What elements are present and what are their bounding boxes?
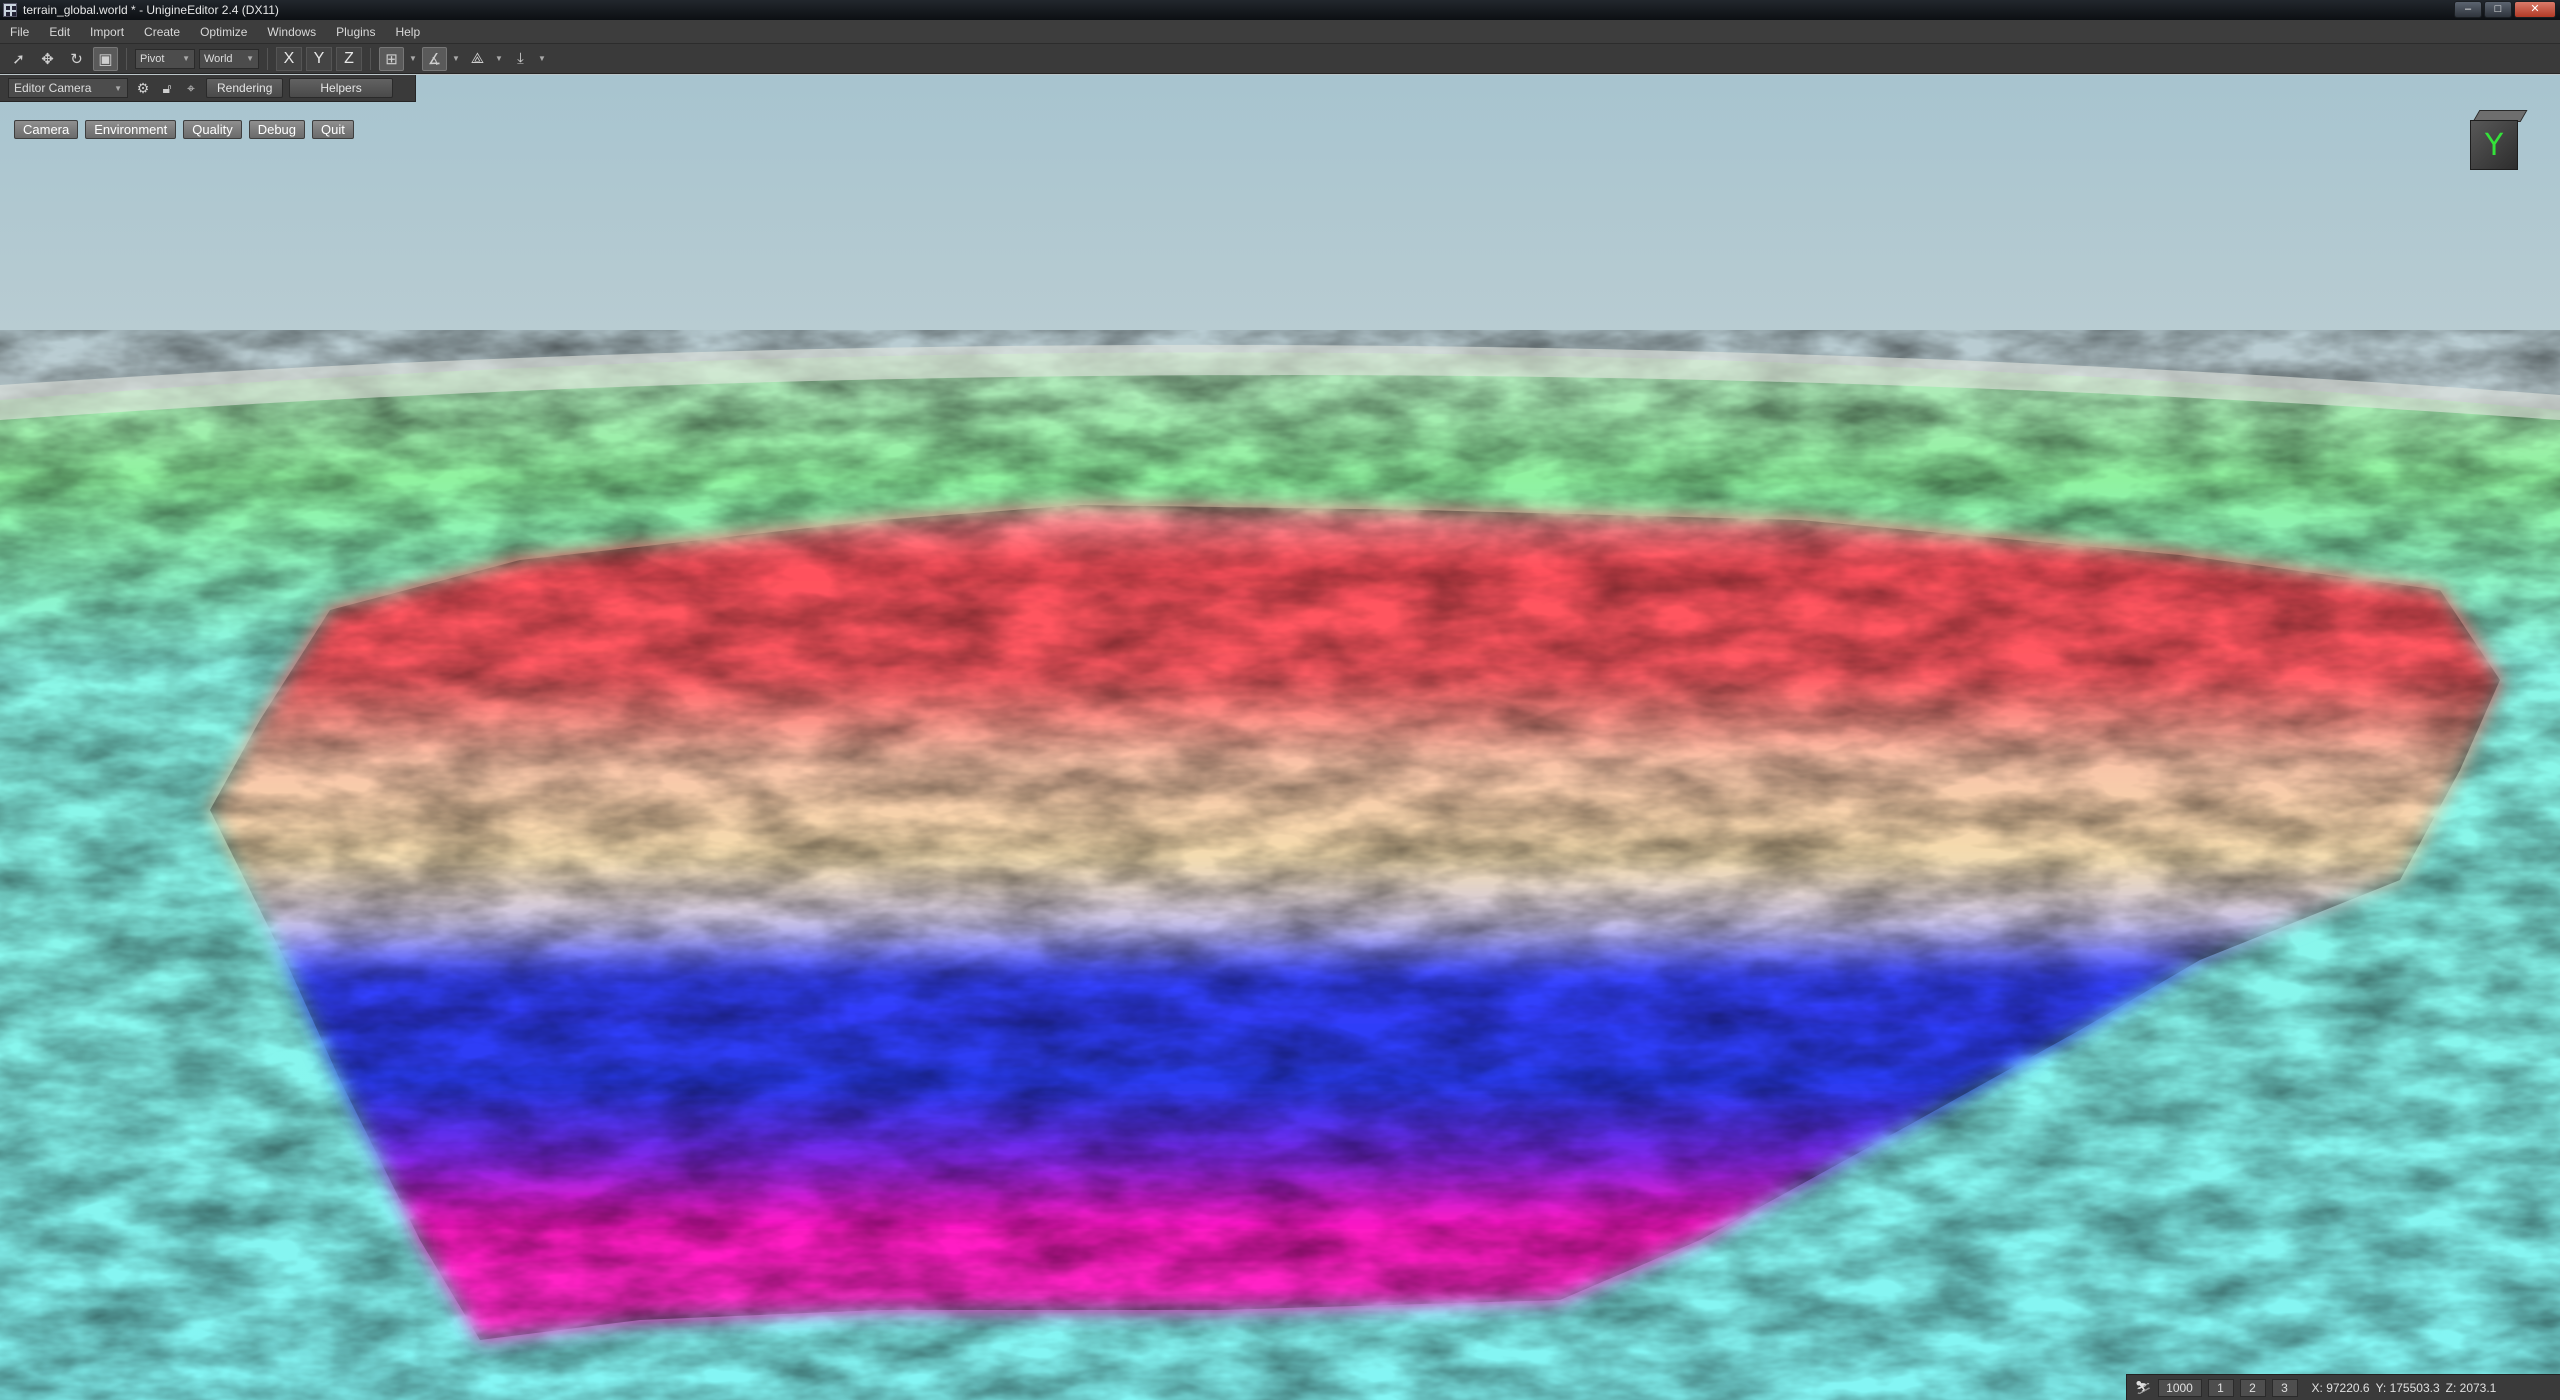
camera-speed-icon: ⛷ xyxy=(2135,1379,2152,1395)
axis-y-toggle[interactable]: Y xyxy=(306,46,332,71)
menu-file[interactable]: File xyxy=(0,25,39,39)
maximize-button[interactable]: □ xyxy=(2484,1,2512,18)
app-icon xyxy=(3,3,17,17)
menu-windows[interactable]: Windows xyxy=(257,25,326,39)
surface-snap-icon: ⟁ xyxy=(470,50,485,67)
menu-create[interactable]: Create xyxy=(134,25,190,39)
camera-lock-button[interactable]: 🔓︎ xyxy=(158,79,176,97)
debug-button[interactable]: Debug xyxy=(248,120,306,139)
viewport-toolbar: Editor Camera ▼ ⚙ 🔓︎ ⌖ Rendering Helpers xyxy=(0,75,416,102)
title-bar: terrain_global.world * - UnigineEditor 2… xyxy=(0,0,2560,20)
gizmo-axis-y: Y xyxy=(2470,120,2518,170)
axis-z-toggle[interactable]: Z xyxy=(336,46,362,71)
rendering-button[interactable]: Rendering xyxy=(206,78,284,98)
snap-angle-dropdown[interactable]: ▼ xyxy=(451,54,461,63)
orientation-gizmo[interactable]: Y xyxy=(2468,110,2528,172)
drop-to-ground-button[interactable]: ⤓ xyxy=(508,47,533,71)
scene-viewport[interactable]: Y xyxy=(0,75,2560,1400)
surface-snap-button[interactable]: ⟁ xyxy=(465,47,490,71)
camera-select[interactable]: Editor Camera ▼ xyxy=(8,78,128,98)
coord-x: X: 97220.6 xyxy=(2311,1380,2370,1395)
environment-button[interactable]: Environment xyxy=(85,120,177,139)
space-select[interactable]: World ▼ xyxy=(199,48,259,69)
move-tool-button[interactable]: ✥ xyxy=(35,47,60,71)
speed-preset-2[interactable]: 2 xyxy=(2239,1378,2266,1397)
speed-preset-3[interactable]: 3 xyxy=(2271,1378,2298,1397)
helpers-button[interactable]: Helpers xyxy=(289,78,393,98)
scale-icon: ▣ xyxy=(98,50,113,68)
move-icon: ✥ xyxy=(41,50,54,68)
toolbar-separator xyxy=(370,47,371,70)
coord-y: Y: 175503.3 xyxy=(2375,1380,2440,1395)
grid-snap-icon: ⊞ xyxy=(385,50,398,68)
main-toolbar: ➚ ✥ ↻ ▣ Pivot ▼ World ▼ X Y Z ⊞ ▼ ∡ ▼ ⟁ … xyxy=(0,44,2560,74)
camera-settings-button[interactable]: ⚙ xyxy=(134,79,152,97)
chevron-down-icon: ▼ xyxy=(182,54,190,63)
axis-x-toggle[interactable]: X xyxy=(276,46,302,71)
camera-speed-field[interactable]: 1000 xyxy=(2157,1378,2202,1397)
window-controls: – □ ✕ xyxy=(2454,1,2556,18)
toolbar-separator xyxy=(126,47,127,70)
terrain-render xyxy=(0,75,2560,1400)
menu-bar: File Edit Import Create Optimize Windows… xyxy=(0,20,2560,44)
quality-button[interactable]: Quality xyxy=(183,120,242,139)
space-select-label: World xyxy=(204,52,233,65)
menu-edit[interactable]: Edit xyxy=(39,25,80,39)
snap-grid-dropdown[interactable]: ▼ xyxy=(408,54,418,63)
pivot-select-label: Pivot xyxy=(140,52,165,65)
chevron-down-icon: ▼ xyxy=(114,83,122,93)
window-title: terrain_global.world * - UnigineEditor 2… xyxy=(23,3,279,17)
menu-optimize[interactable]: Optimize xyxy=(190,25,257,39)
crosshair-icon: ⌖ xyxy=(187,79,195,96)
quit-button[interactable]: Quit xyxy=(312,120,354,139)
rotate-icon: ↻ xyxy=(70,50,83,68)
toolbar-separator xyxy=(267,47,268,70)
viewport-overlay-buttons: Camera Environment Quality Debug Quit xyxy=(14,120,354,139)
gear-icon: ⚙ xyxy=(136,79,150,96)
minimize-button[interactable]: – xyxy=(2454,1,2482,18)
close-button[interactable]: ✕ xyxy=(2514,1,2556,18)
menu-plugins[interactable]: Plugins xyxy=(326,25,385,39)
cursor-arrow-icon: ➚ xyxy=(12,50,25,68)
drop-to-ground-dropdown[interactable]: ▼ xyxy=(537,54,547,63)
select-tool-button[interactable]: ➚ xyxy=(6,47,31,71)
menu-import[interactable]: Import xyxy=(80,25,134,39)
snap-grid-button[interactable]: ⊞ xyxy=(379,46,404,71)
chevron-down-icon: ▼ xyxy=(246,54,254,63)
pivot-select[interactable]: Pivot ▼ xyxy=(135,48,195,69)
surface-snap-dropdown[interactable]: ▼ xyxy=(494,54,504,63)
coord-z: Z: 2073.1 xyxy=(2445,1380,2497,1395)
camera-focus-button[interactable]: ⌖ xyxy=(182,79,200,97)
scale-tool-button[interactable]: ▣ xyxy=(93,46,118,71)
status-bar: ⛷ 1000 1 2 3 X: 97220.6 Y: 175503.3 Z: 2… xyxy=(2126,1374,2560,1400)
rotate-tool-button[interactable]: ↻ xyxy=(64,47,89,71)
lock-icon: 🔓︎ xyxy=(162,79,172,96)
angle-snap-icon: ∡ xyxy=(427,50,442,68)
drop-down-arrow-icon: ⤓ xyxy=(517,50,524,67)
camera-button[interactable]: Camera xyxy=(14,120,79,139)
menu-help[interactable]: Help xyxy=(385,25,430,39)
speed-preset-1[interactable]: 1 xyxy=(2207,1378,2234,1397)
snap-angle-button[interactable]: ∡ xyxy=(422,46,447,71)
camera-select-label: Editor Camera xyxy=(14,81,92,95)
